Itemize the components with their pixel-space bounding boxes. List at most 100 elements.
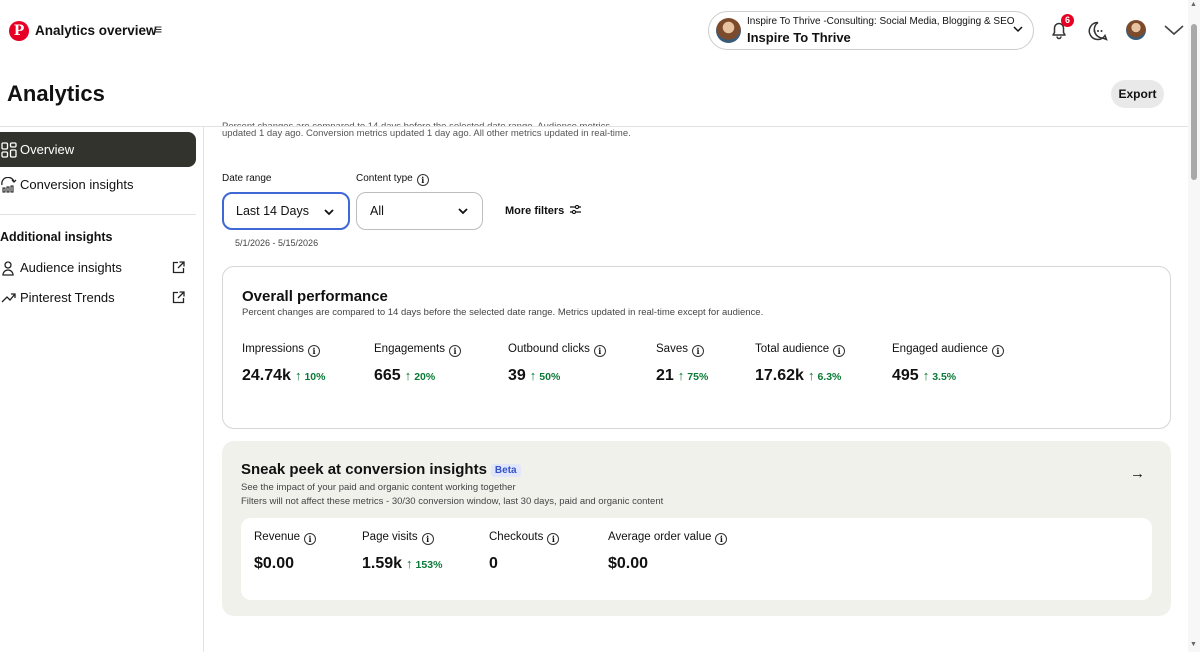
date-range-value: Last 14 Days [236,204,309,218]
metric-value: $0.00 [608,555,649,572]
metric-label: Impressions [242,343,304,355]
arrow-up-icon: ↑ [404,368,412,383]
arrow-up-icon: ↑ [807,368,815,383]
chevron-down-icon [458,208,468,215]
metric-value: 39 [508,367,526,384]
info-icon[interactable]: i [308,345,320,357]
sidebar-divider [0,214,196,215]
metric-label: Engagements [374,343,445,355]
content-type-label: Content type [356,173,413,184]
grid-icon [1,141,17,158]
metric-label: Average order value [608,531,712,543]
conversion-icon [1,176,17,193]
scrollbar-thumb[interactable] [1191,24,1197,180]
metric-label: Total audience [755,343,830,355]
metric-label: Outbound clicks [508,343,590,355]
arrow-right-icon[interactable]: → [1130,465,1145,482]
chevron-down-icon [1013,26,1023,33]
external-link-icon [172,291,185,304]
messages-icon[interactable] [1088,21,1108,41]
more-filters-button[interactable]: More filters [505,204,582,217]
metric-label: Revenue [254,531,301,543]
user-avatar[interactable] [1126,20,1146,40]
notification-badge: 6 [1061,14,1074,27]
sidebar-item-overview[interactable]: Overview [0,132,196,167]
sidebar-item-label: Overview [20,142,75,157]
info-icon[interactable]: i [593,345,606,357]
account-switcher[interactable]: Inspire To Thrive -Consulting: Social Me… [708,11,1034,50]
metric-saves: Saves i 21 ↑ 75% [656,343,708,384]
conversion-insights-card[interactable]: Sneak peek at conversion insights Beta Se… [222,441,1171,616]
date-range-select[interactable]: Last 14 Days [222,192,350,230]
menu-icon[interactable]: ≡ [154,21,162,37]
conversion-subtitle-line-2: Filters will not affect these metrics - … [241,496,664,507]
metric-checkouts: Checkouts i 0 [489,531,560,572]
metric-change: 20% [414,371,436,383]
sidebar-item-label: Audience insights [20,260,122,275]
metric-value: $0.00 [254,555,295,572]
metric-label: Page visits [362,531,418,543]
info-icon[interactable]: i [416,174,429,186]
more-filters-label: More filters [505,205,565,217]
account-display-name: Inspire To Thrive [747,30,851,45]
info-icon[interactable]: i [448,345,461,357]
metric-revenue: Revenue i $0.00 [254,531,317,572]
conversion-insights-subtitle: See the impact of your paid and organic … [241,481,663,509]
arrow-up-icon: ↑ [922,368,930,383]
metric-label: Engaged audience [892,343,988,355]
sidebar-item-conversion-insights[interactable]: Conversion insights [0,167,196,202]
metric-total-audience: Total audience i 17.62k ↑ 6.3% [755,343,846,384]
metric-label: Checkouts [489,531,544,543]
overall-performance-card: Overall performance Percent changes are … [222,266,1171,429]
content-type-value: All [370,204,384,218]
additional-insights-heading: Additional insights [0,230,113,244]
conversion-metrics-panel: Revenue i $0.00 Page visits i 1.59k ↑ 153% C… [241,518,1152,600]
content-type-label-wrap: Content type i [356,173,429,186]
metric-change: 3.5% [932,371,957,383]
info-icon[interactable]: i [991,345,1004,357]
page-scrollbar[interactable]: ▲ ▼ [1188,0,1200,652]
page-title: Analytics [7,81,105,106]
info-icon[interactable]: i [421,533,434,545]
metric-average-order-value: Average order value i $0.00 [608,531,728,572]
app-title: Analytics overview [35,23,157,38]
arrow-up-icon: ↑ [406,556,413,571]
external-link-icon [172,261,185,274]
arrow-up-icon: ↑ [677,368,685,383]
scroll-up-icon[interactable]: ▲ [1190,1,1197,8]
date-range-dates: 5/1/2026 - 5/15/2026 [235,238,319,248]
info-icon[interactable]: i [691,345,704,357]
top-bar: P Analytics overview ≡ Inspire To Thrive… [0,0,1188,62]
sidebar-item-pinterest-trends[interactable]: Pinterest Trends [0,280,196,315]
scroll-down-icon[interactable]: ▼ [1190,641,1197,648]
chevron-down-icon [324,209,334,216]
sidebar: Overview Conversion insights Additional … [0,127,204,652]
arrow-up-icon: ↑ [529,368,537,383]
trend-icon [1,292,16,302]
metric-page-visits: Page visits i 1.59k ↑ 153% [362,531,442,572]
notice-line-2: updated 1 day ago. Conversion metrics up… [222,128,631,139]
overall-performance-subtitle: Percent changes are compared to 14 days … [242,307,764,318]
beta-badge: Beta [490,464,521,477]
overall-performance-title: Overall performance [242,288,388,305]
sidebar-item-label: Pinterest Trends [20,290,115,305]
metric-change: 75% [687,371,709,383]
content-type-select[interactable]: All [356,192,483,230]
info-icon[interactable]: i [547,533,560,545]
person-icon [2,260,14,276]
metrics-update-notice: Percent changes are compared to 14 days … [222,121,682,141]
info-icon[interactable]: i [304,533,317,545]
metric-outbound-clicks: Outbound clicks i 39 ↑ 50% [508,343,606,384]
chevron-down-icon[interactable] [1163,23,1185,37]
conversion-subtitle-line-1: See the impact of your paid and organic … [241,482,516,493]
export-button[interactable]: Export [1111,80,1164,108]
metric-value: 21 [656,367,674,384]
account-avatar [716,18,741,43]
metric-change: 10% [304,371,326,383]
info-icon[interactable]: i [715,533,728,545]
metric-value: 495 [892,367,919,384]
date-range-label: Date range [222,173,272,184]
metric-change: 153% [415,559,443,571]
pinterest-logo-icon[interactable]: P [9,21,29,41]
info-icon[interactable]: i [833,345,846,357]
